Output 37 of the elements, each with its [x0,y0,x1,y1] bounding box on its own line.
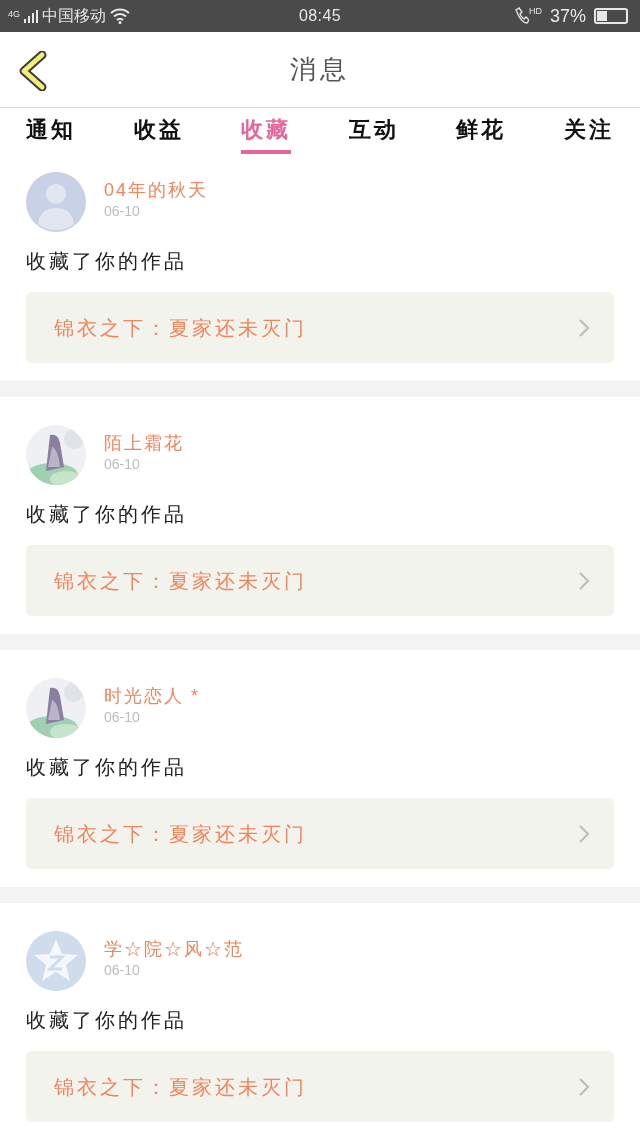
message-text: 收藏了你的作品 [26,1009,187,1031]
work-link[interactable]: 锦衣之下：夏家还未灭门 [26,545,614,616]
default-avatar-icon [26,172,86,232]
signal-icon [24,9,38,23]
clock-time: 08:45 [298,6,341,26]
battery-icon [594,8,628,24]
message-date: 06-10 [104,708,141,726]
message-date: 06-10 [104,202,141,220]
tab[interactable]: 鲜花 [456,108,507,154]
wifi-icon [110,8,130,24]
chevron-right-icon [578,570,590,591]
user-name[interactable]: 时光恋人 * [104,684,200,708]
message-date: 06-10 [104,961,141,979]
work-link[interactable]: 锦衣之下：夏家还未灭门 [26,798,614,869]
battery-percent: 37% [549,4,586,28]
message-date: 06-10 [104,455,141,473]
user-name[interactable]: 学☆院☆风☆范 [104,937,244,961]
tab[interactable]: 关注 [563,108,614,154]
star-avatar-icon [26,931,86,991]
carrier-name: 中国移动 [42,6,106,26]
tab[interactable]: 通知 [26,108,76,154]
message-text: 收藏了你的作品 [26,250,187,272]
page-title: 消息 [290,54,350,84]
message-text: 收藏了你的作品 [26,503,187,525]
user-name[interactable]: 陌上霜花 [104,431,184,455]
tab[interactable]: 收益 [133,108,184,154]
message-text: 收藏了你的作品 [26,756,187,778]
chevron-right-icon [578,823,590,844]
chevron-right-icon [578,317,590,338]
network-label: 4G [8,10,20,19]
work-link[interactable]: 锦衣之下：夏家还未灭门 [26,1051,614,1122]
user-name[interactable]: 04年的秋天 [104,178,209,202]
work-link[interactable]: 锦衣之下：夏家还未灭门 [26,292,614,363]
chevron-right-icon [578,1076,590,1097]
tab[interactable]: 互动 [348,108,399,154]
hd-label: HD [528,7,542,16]
tab[interactable]: 收藏 [241,108,292,154]
